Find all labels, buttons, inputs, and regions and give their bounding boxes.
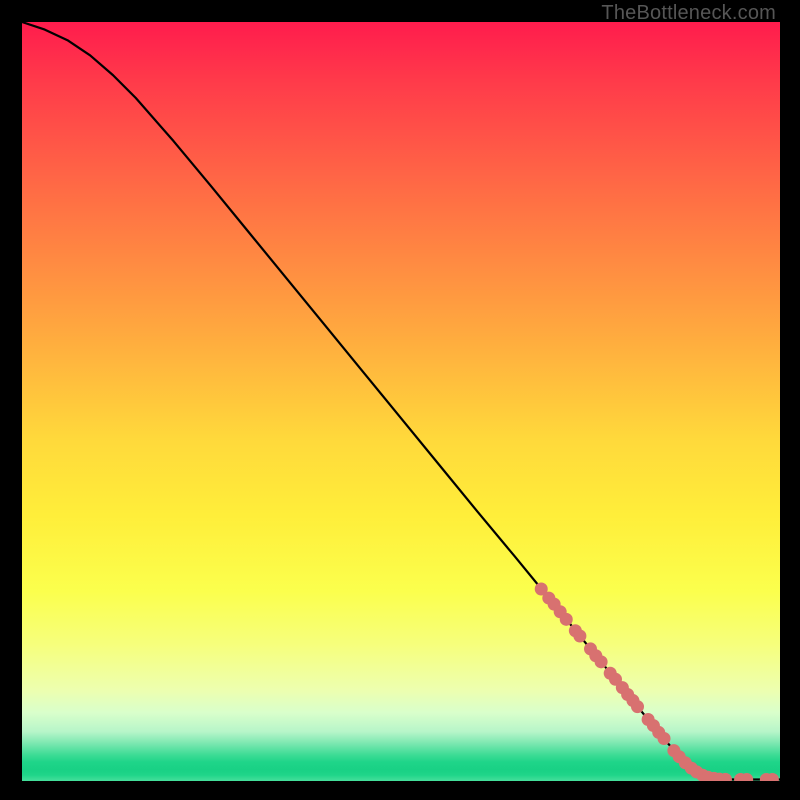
curve-marker bbox=[573, 630, 586, 643]
plot-area bbox=[22, 22, 780, 781]
curve-marker bbox=[560, 613, 573, 626]
curve-markers bbox=[535, 582, 779, 781]
bottleneck-curve bbox=[22, 22, 780, 779]
curve-marker bbox=[631, 700, 644, 713]
chart-svg bbox=[22, 22, 780, 781]
chart-stage: TheBottleneck.com bbox=[0, 0, 800, 800]
curve-marker bbox=[658, 732, 671, 745]
curve-marker bbox=[595, 655, 608, 668]
